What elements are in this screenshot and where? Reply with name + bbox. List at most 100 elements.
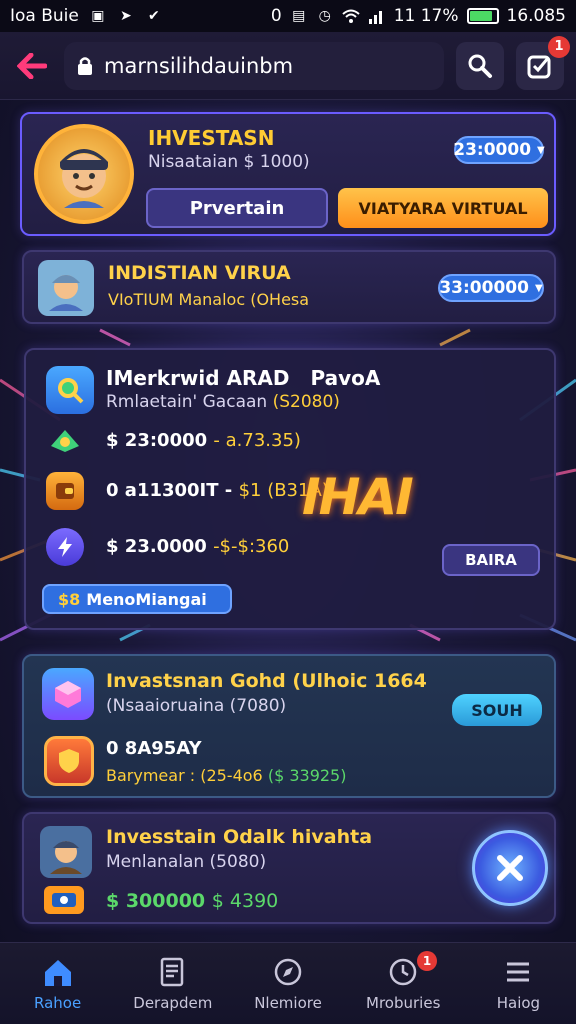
amount-main: $ 300000 — [106, 890, 206, 912]
investment-card-secondary: INDISTIAN VIRUA VIoTIUM Manaloc (OHesa 3… — [22, 250, 556, 324]
search-button[interactable]: SOUH — [452, 694, 542, 726]
row-1: $ 23:0000 - a.73.35) — [106, 430, 301, 451]
browser-toolbar: marnsilihdauinbm 1 — [0, 32, 576, 100]
home-icon — [44, 959, 71, 986]
card-subtitle: Menlanalan (5080) — [106, 852, 267, 872]
notification-icon: ▣ — [91, 8, 105, 24]
status-small-text: 0 — [270, 6, 282, 26]
amount-value: 23:0000 — [453, 140, 532, 160]
buy-button[interactable]: BAIRA — [442, 544, 540, 576]
card-title: Invesstain Odalk hivahta — [106, 826, 373, 848]
row-main: 0 8A95AY — [106, 738, 202, 759]
bottom-navigation: Rahoe Derapdem Nlemiore 1 Mroburies Haio… — [0, 942, 576, 1024]
status-bar: Ioa Buie ▣ ➤ ✔ 0 ▤ ◷ 11 17% 16.085 — [0, 0, 576, 32]
lock-icon — [76, 56, 94, 76]
wifi-icon — [342, 7, 360, 25]
subtitle-label: Rmlaetain' Gacaan — [106, 392, 268, 412]
row-3-main: $ 23.0000 — [106, 536, 207, 557]
amount-detail: $ 4390 — [211, 890, 279, 912]
row-detail: Barymear : (25-4o6 ($ 33925) — [106, 766, 346, 785]
cash-icon — [44, 886, 84, 914]
card-title-suffix: PavoA — [310, 366, 381, 390]
cube-icon — [42, 668, 94, 720]
avatar — [34, 124, 134, 224]
battery-percent: 11 17% — [393, 6, 459, 26]
highlight-badge: IHAI — [302, 468, 414, 526]
card-subtitle: (Nsaaioruaina (7080) — [106, 696, 287, 716]
engineer-avatar-icon — [50, 841, 82, 874]
magnifier-icon — [46, 366, 94, 414]
manage-prefix: $8 — [58, 589, 81, 609]
compass-icon — [274, 958, 302, 985]
row-3: $ 23.0000 -$-$:360 — [106, 536, 289, 557]
clock-time: 16.085 — [506, 6, 566, 26]
shield-badge-icon — [44, 736, 94, 786]
row-1-main: $ 23:0000 — [106, 430, 208, 451]
back-arrow-icon — [17, 52, 47, 79]
nav-label: Nlemiore — [254, 993, 322, 1012]
url-text: marnsilihdauinbm — [104, 53, 294, 78]
row-2: 0 a11300IT - $1 (B31A) — [106, 480, 329, 501]
worker-avatar-icon — [49, 275, 83, 311]
investment-card-primary: IHVESTASN Nisaataian $ 1000) 23:0000 ▼ P… — [20, 112, 556, 236]
check-icon: ✔ — [147, 8, 160, 24]
signal-icon — [368, 7, 386, 25]
nav-item-explore[interactable]: Nlemiore — [230, 943, 345, 1024]
nav-item-documents[interactable]: Derapdem — [115, 943, 230, 1024]
battery-icon — [466, 8, 499, 24]
carrier-label: Ioa Buie — [10, 6, 79, 26]
nav-label: Mroburies — [366, 993, 441, 1012]
card-title: Invastsnan Gohd (Ulhoic 1664 — [106, 670, 427, 692]
chevron-down-icon: ▼ — [534, 282, 543, 294]
notification-badge: 1 — [548, 35, 570, 58]
amount-pill[interactable]: 33:00000 ▼ — [438, 274, 544, 302]
checkbox-icon — [527, 55, 551, 78]
chevron-down-icon: ▼ — [537, 144, 545, 156]
hivahta-investment-card: Invesstain Odalk hivahta Menlanalan (508… — [22, 812, 556, 924]
search-icon — [468, 54, 492, 78]
row-2-main: 0 a11300IT - — [106, 480, 233, 501]
row-3-detail: -$-$:360 — [213, 536, 290, 557]
wallet-icon — [46, 472, 84, 510]
search-button[interactable] — [456, 41, 504, 90]
card-title-main: IMerkrwid ARAD — [106, 366, 290, 390]
alarm-icon: ◷ — [318, 8, 331, 24]
tasks-button[interactable]: 1 — [516, 35, 570, 90]
nav-label: Haiog — [496, 993, 541, 1012]
amount-value: 33:00000 — [439, 278, 529, 298]
menu-icon — [507, 962, 530, 981]
vibrate-icon: ▤ — [292, 8, 306, 24]
back-button[interactable] — [12, 46, 52, 86]
close-fab-button[interactable] — [472, 830, 548, 906]
card-subtitle: VIoTIUM Manaloc (OHesa — [108, 290, 310, 309]
row-1-detail: - a.73.35) — [213, 430, 301, 451]
card-subtitle: Nisaataian $ 1000) — [148, 152, 310, 172]
card-title: INDISTIAN VIRUA — [108, 262, 291, 284]
leaf-coin-icon — [46, 422, 84, 460]
close-icon — [497, 855, 523, 881]
manage-label: MenoMiangai — [86, 589, 207, 609]
avatar — [40, 826, 92, 878]
nav-label: Rahoe — [34, 993, 82, 1012]
nav-badge: 1 — [417, 951, 438, 971]
document-icon — [160, 957, 184, 986]
invest-button[interactable]: Prvertain — [146, 188, 328, 228]
subtitle-value: (S2080) — [272, 392, 340, 412]
nav-item-home[interactable]: Rahoe — [0, 943, 115, 1024]
avatar — [38, 260, 94, 316]
amount-pill[interactable]: 23:0000 ▼ — [453, 136, 545, 164]
manage-button[interactable]: $8 MenoMiangai — [42, 584, 232, 614]
virtual-button[interactable]: VIATYARA VIRTUAL — [338, 188, 548, 228]
amount-row: $ 300000 $ 4390 — [106, 890, 278, 912]
investor-avatar-icon — [60, 149, 108, 208]
nav-label: Derapdem — [133, 993, 213, 1012]
card-subtitle: Rmlaetain' Gacaan (S2080) — [106, 392, 340, 412]
clock-icon — [389, 958, 417, 985]
nav-item-history[interactable]: 1 Mroburies — [346, 943, 461, 1024]
gold-investment-card: Invastsnan Gohd (Ulhoic 1664 (Nsaaioruai… — [22, 654, 556, 798]
lightning-icon — [46, 528, 84, 566]
row-detail-label: Barymear : (25-4o6 — [106, 766, 263, 785]
nav-arrow-icon: ➤ — [119, 8, 132, 24]
address-bar[interactable]: marnsilihdauinbm — [64, 41, 444, 90]
nav-item-menu[interactable]: Haiog — [461, 943, 576, 1024]
